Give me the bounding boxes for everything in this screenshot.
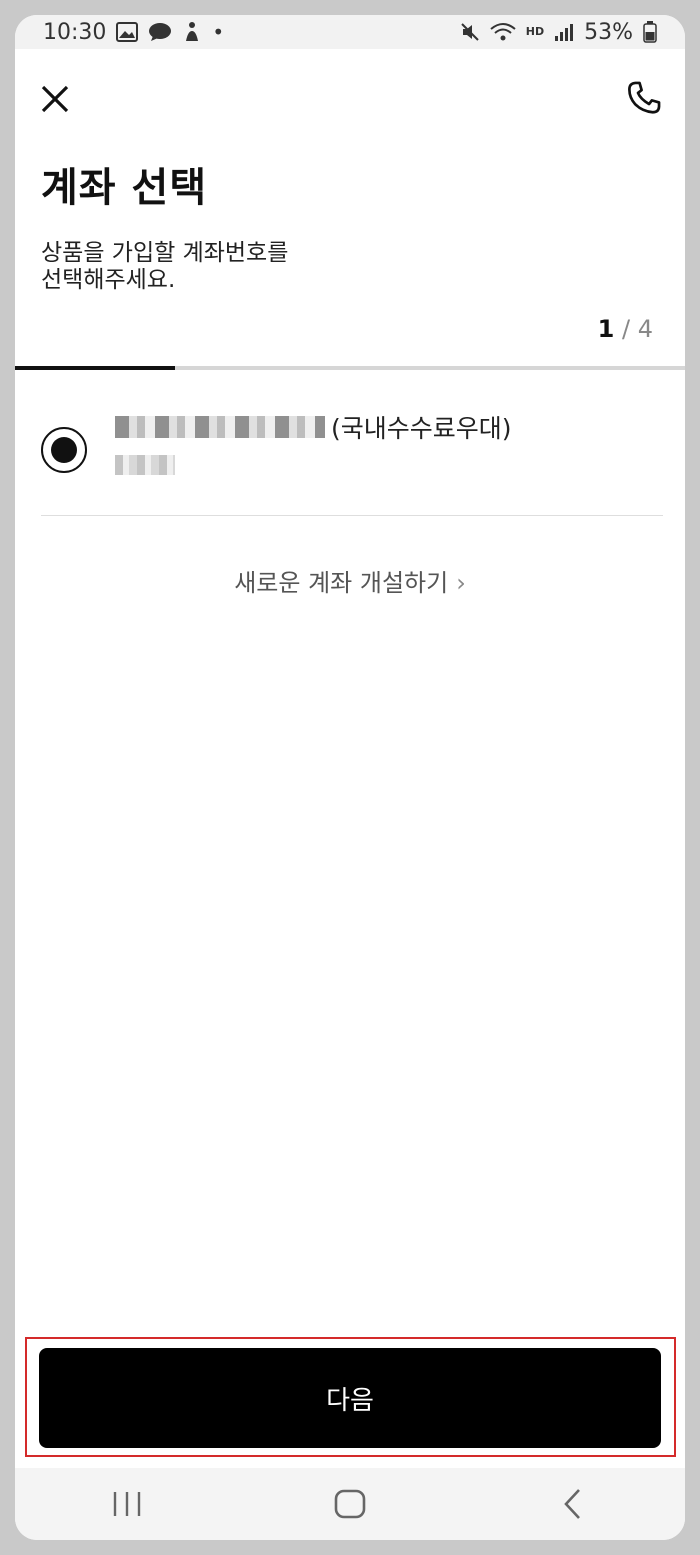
system-nav-bar xyxy=(15,1468,685,1540)
account-balance-line xyxy=(115,453,181,477)
divider xyxy=(41,515,663,516)
status-left: 10:30 • xyxy=(43,20,224,45)
step-current: 1 xyxy=(597,315,615,343)
accessibility-icon xyxy=(182,21,202,43)
call-button[interactable] xyxy=(623,77,665,119)
progress-track xyxy=(15,366,685,370)
radio-selected-dot xyxy=(51,437,77,463)
recent-apps-icon xyxy=(113,1492,140,1516)
next-button[interactable]: 다음 xyxy=(39,1348,661,1448)
close-button[interactable] xyxy=(37,81,73,117)
gallery-icon xyxy=(116,22,139,42)
progress-fill xyxy=(15,366,175,370)
page-description: 상품을 가입할 계좌번호를 선택해주세요. xyxy=(41,240,401,294)
app-screen: 10:30 • HD 53% 계좌 선택 상품을 가입할 계좌번호를 선택해주세… xyxy=(15,15,685,1540)
account-radio[interactable] xyxy=(41,427,87,473)
hd-voice-icon: HD xyxy=(525,25,545,38)
close-icon xyxy=(41,85,69,113)
status-right: HD 53% xyxy=(460,20,657,45)
mute-icon xyxy=(460,22,480,42)
status-bar: 10:30 • HD 53% xyxy=(15,15,685,49)
status-time: 10:30 xyxy=(43,19,107,45)
new-account-label: 새로운 계좌 개설하기 xyxy=(234,569,449,597)
home-icon xyxy=(334,1489,366,1519)
back-button[interactable] xyxy=(533,1479,613,1529)
chat-bubble-icon xyxy=(148,22,172,42)
home-button[interactable] xyxy=(310,1479,390,1529)
signal-icon xyxy=(554,22,574,42)
phone-icon xyxy=(628,81,661,114)
account-name-suffix: (국내수수료우대) xyxy=(331,414,512,443)
chevron-right-icon: › xyxy=(456,569,466,597)
page-title: 계좌 선택 xyxy=(41,165,208,211)
notification-dot-icon: • xyxy=(212,20,225,44)
masked-account-number xyxy=(115,416,325,438)
recent-apps-button[interactable] xyxy=(87,1479,167,1529)
account-option[interactable]: (국내수수료우대) xyxy=(39,407,663,497)
back-icon xyxy=(564,1489,581,1519)
masked-account-detail xyxy=(115,455,175,475)
new-account-link[interactable]: 새로운 계좌 개설하기 › xyxy=(15,563,685,598)
page-description-text: 상품을 가입할 계좌번호를 선택해주세요. xyxy=(41,240,289,293)
wifi-icon xyxy=(490,22,516,42)
battery-percent: 53% xyxy=(584,19,633,45)
step-indicator: 1 / 4 xyxy=(598,315,653,343)
account-number-line: (국내수수료우대) xyxy=(115,407,512,447)
battery-icon xyxy=(643,21,657,43)
step-total: / 4 xyxy=(622,315,653,343)
